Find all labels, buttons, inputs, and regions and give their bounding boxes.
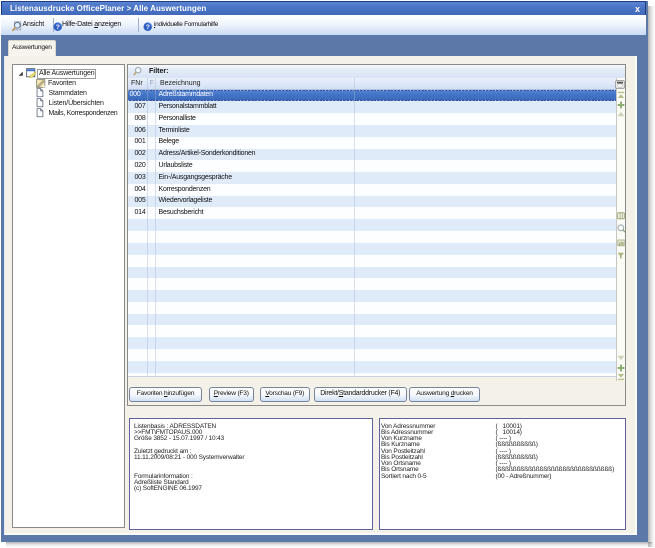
svg-text:?: ? — [56, 24, 60, 31]
svg-text:?: ? — [146, 24, 150, 31]
